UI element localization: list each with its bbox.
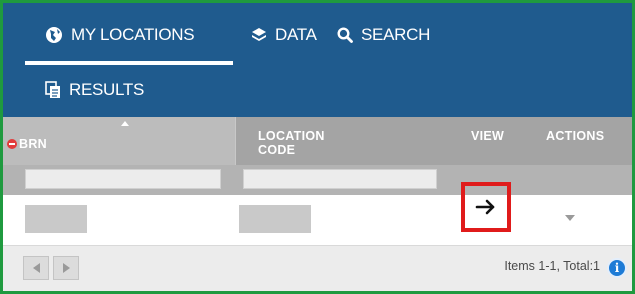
filter-row [3, 165, 632, 195]
arrow-right-icon[interactable] [474, 195, 498, 224]
active-tab-indicator [25, 61, 233, 65]
column-header-actions[interactable]: ACTIONS [546, 117, 632, 165]
grid-footer: Items 1-1, Total:1 i [3, 245, 632, 291]
column-header-brn[interactable]: BRN [3, 117, 235, 165]
minus-circle-icon[interactable] [7, 139, 17, 149]
tab-label: RESULTS [69, 80, 145, 99]
column-header-view[interactable]: VIEW [471, 117, 531, 165]
column-label: CODE [258, 143, 296, 157]
column-label: VIEW [471, 129, 505, 143]
tab-results[interactable]: RESULTS [45, 80, 144, 100]
column-divider [235, 117, 236, 165]
tab-data[interactable]: DATA [251, 25, 317, 45]
layers-icon [251, 27, 267, 43]
main-nav: MY LOCATIONS DATA SEARCH RESULTS [3, 3, 632, 117]
sort-indicator-icon [121, 121, 129, 126]
tab-label: MY LOCATIONS [71, 25, 195, 44]
items-count-text: Items 1-1, Total:1 [504, 259, 600, 273]
tab-label: SEARCH [361, 25, 431, 44]
triangle-left-icon [32, 263, 40, 273]
next-page-button[interactable] [53, 256, 79, 280]
column-label: BRN [19, 137, 47, 151]
search-icon [337, 27, 353, 43]
prev-page-button[interactable] [23, 256, 49, 280]
view-button-highlight[interactable] [461, 182, 511, 232]
info-icon[interactable]: i [607, 258, 627, 278]
redacted-location-code-value [239, 205, 311, 233]
triangle-right-icon [62, 263, 70, 273]
globe-icon [45, 26, 63, 44]
brn-filter-input[interactable] [25, 169, 221, 189]
table-row[interactable] [3, 182, 632, 245]
location-code-filter-input[interactable] [243, 169, 437, 189]
tab-label: DATA [275, 25, 317, 44]
app-frame: MY LOCATIONS DATA SEARCH RESULTS BRN LOC… [0, 0, 635, 294]
tab-search[interactable]: SEARCH [337, 25, 430, 45]
copy-document-icon [45, 81, 61, 99]
caret-down-icon[interactable] [565, 215, 575, 221]
column-header-location-code[interactable]: LOCATION CODE [258, 117, 378, 165]
column-label: LOCATION [258, 129, 325, 143]
column-label: ACTIONS [546, 129, 605, 143]
tab-my-locations[interactable]: MY LOCATIONS [45, 25, 195, 45]
redacted-brn-value [25, 205, 87, 233]
grid-header: BRN LOCATION CODE VIEW ACTIONS [3, 117, 632, 165]
